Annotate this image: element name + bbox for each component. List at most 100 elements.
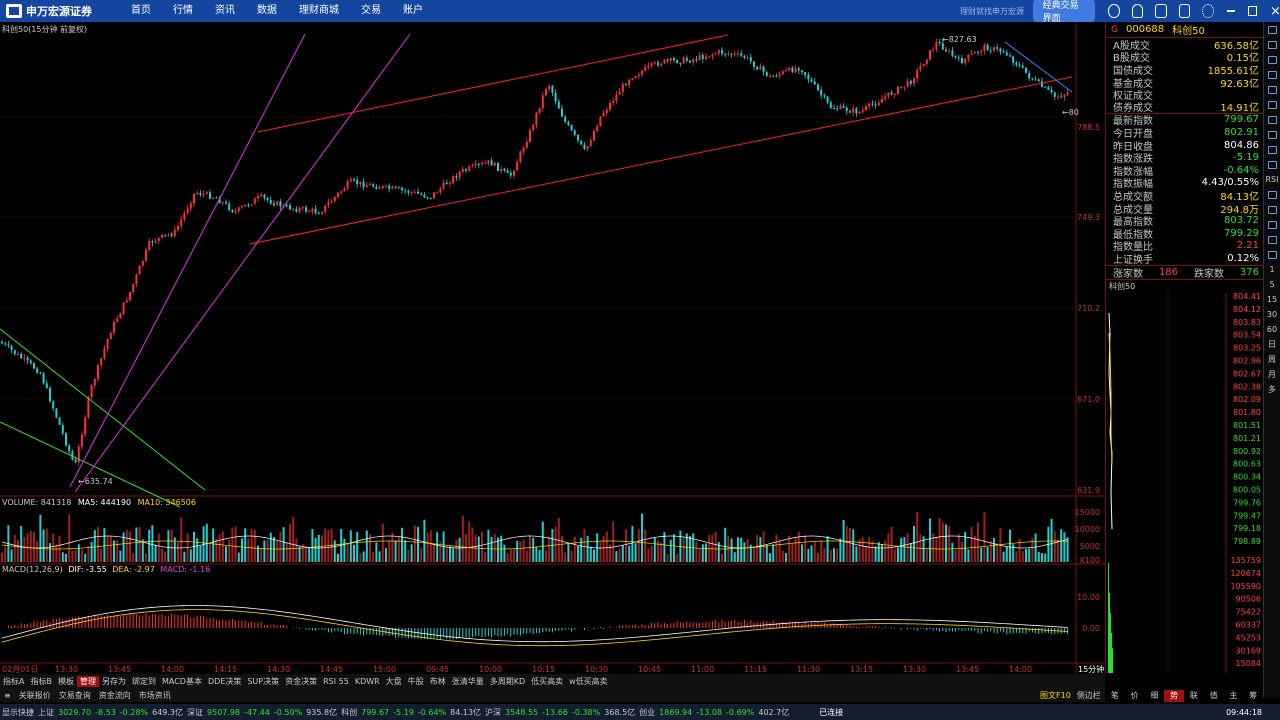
many-icon[interactable]: 月 xyxy=(1264,367,1280,382)
indicator-tab[interactable]: DDE决策 xyxy=(205,676,244,687)
status-item: -8.53 xyxy=(95,707,116,717)
theme-icon[interactable] xyxy=(1108,4,1120,18)
maximize-icon[interactable] xyxy=(1247,6,1258,16)
menu-item-5[interactable]: 交易 xyxy=(350,0,392,22)
indicator-tab[interactable]: MACD基本 xyxy=(159,676,205,687)
dot-icon[interactable] xyxy=(1264,247,1280,262)
menu-item-6[interactable]: 账户 xyxy=(392,0,434,22)
settings-icon[interactable] xyxy=(1202,4,1214,18)
close-icon[interactable]: × xyxy=(1270,4,1280,19)
volume-bar xyxy=(823,547,826,562)
num60-icon[interactable]: 15 xyxy=(1264,292,1280,307)
candle-body xyxy=(538,108,541,113)
indicator-tab[interactable]: 指标B xyxy=(27,676,55,687)
indicator-tab[interactable]: 多周期KD xyxy=(487,676,528,687)
indicator-tab[interactable]: 模板 xyxy=(55,676,77,687)
indicator-tab[interactable]: 牛股 xyxy=(405,676,427,687)
indicator-tab[interactable]: 张清华量 xyxy=(449,676,487,687)
volume-bar xyxy=(669,539,672,562)
volume-bar xyxy=(980,547,983,562)
candle-body xyxy=(26,357,29,361)
flag-icon[interactable] xyxy=(1264,112,1280,127)
day-icon[interactable]: 30 xyxy=(1264,307,1280,322)
headset-icon[interactable] xyxy=(1131,4,1144,18)
right-tab[interactable]: 细 xyxy=(1145,690,1165,702)
candle-body xyxy=(916,69,919,79)
f10-link[interactable]: 图文F10 xyxy=(1040,690,1071,701)
box-icon[interactable] xyxy=(1264,127,1280,142)
candle-body xyxy=(1031,78,1034,80)
minimize-icon[interactable] xyxy=(1226,10,1235,12)
pct-icon[interactable] xyxy=(1264,232,1280,247)
info-tab[interactable]: 市场资讯 xyxy=(135,690,175,701)
season-icon[interactable]: 多 xyxy=(1264,382,1280,397)
candle-body xyxy=(465,169,467,171)
indicator-tab[interactable]: KDWR xyxy=(352,677,383,686)
indicator-tab[interactable]: w低买高卖 xyxy=(566,676,611,687)
candle-body xyxy=(97,365,99,380)
RSI-icon[interactable]: RSI xyxy=(1264,172,1280,187)
candle-body xyxy=(1057,96,1059,98)
money-icon[interactable] xyxy=(1264,157,1280,172)
star-icon[interactable] xyxy=(1264,22,1280,37)
grid-icon[interactable] xyxy=(1155,4,1167,18)
candle-body xyxy=(372,184,375,187)
kline-chart-area[interactable]: 788.5 749.3 710.2 671.0 631.9 ←827.63 ←635.74 ←… xyxy=(0,22,1105,674)
right-tab[interactable]: 联 xyxy=(1184,690,1204,702)
info-tab[interactable]: 资金流向 xyxy=(95,690,135,701)
right-tab[interactable]: 势 xyxy=(1164,690,1184,702)
right-tab[interactable]: 值 xyxy=(1204,690,1224,702)
status-item: 3029.70 xyxy=(58,707,92,717)
info-tab[interactable]: 交易查询 xyxy=(55,690,95,701)
week-icon[interactable]: 60 xyxy=(1264,322,1280,337)
info-tab[interactable]: 关联报价 xyxy=(15,690,55,701)
menu-item-3[interactable]: 数据 xyxy=(246,0,288,22)
bars-icon[interactable] xyxy=(1264,67,1280,82)
num15-icon[interactable]: 1 xyxy=(1264,262,1280,277)
right-tab[interactable]: 笔 xyxy=(1105,690,1125,702)
right-tab[interactable]: 价 xyxy=(1125,690,1145,702)
indicator-tab[interactable]: 管理 xyxy=(76,675,99,687)
volume-bar xyxy=(49,543,51,562)
candle-body xyxy=(861,109,864,112)
month-icon[interactable]: 日 xyxy=(1264,337,1280,352)
list-icon[interactable] xyxy=(1264,97,1280,112)
flow-icon[interactable] xyxy=(1264,187,1280,202)
menu-item-4[interactable]: 理财商城 xyxy=(288,0,350,22)
indicator-tab[interactable]: 大盘 xyxy=(383,676,405,687)
menu-item-2[interactable]: 资讯 xyxy=(204,0,246,22)
candle-body xyxy=(1060,96,1063,98)
chart-icon[interactable] xyxy=(1264,52,1280,67)
time-tick: 13:45 xyxy=(956,665,979,674)
kline-chart[interactable]: 788.5 749.3 710.2 671.0 631.9 ←827.63 ←635.74 ←… xyxy=(0,22,1105,674)
doc-icon[interactable] xyxy=(1264,142,1280,157)
volume-bar xyxy=(61,552,64,562)
indicator-tab[interactable]: 另存为 xyxy=(99,676,129,687)
plus-icon[interactable] xyxy=(1264,202,1280,217)
menu-item-0[interactable]: 首页 xyxy=(120,0,162,22)
menu-item-1[interactable]: 行情 xyxy=(162,0,204,22)
candle-body xyxy=(337,192,339,197)
skin-icon[interactable] xyxy=(1178,4,1191,18)
indicator-tab[interactable]: SUP决策 xyxy=(244,676,282,687)
indicator-tab[interactable]: 指标A xyxy=(0,676,27,687)
indicator-tab[interactable]: 布林 xyxy=(427,676,449,687)
volume-bar xyxy=(625,529,627,562)
year-icon[interactable]: 周 xyxy=(1264,352,1280,367)
right-sidebar: RSI 1 5 15 30 60 日周月多 xyxy=(1263,22,1280,698)
right-tab[interactable]: 筹 xyxy=(1243,690,1263,702)
indicator-tab[interactable]: RSI 55 xyxy=(320,677,352,686)
indicator-tab[interactable]: 绑定到 xyxy=(129,676,159,687)
grid-icon[interactable] xyxy=(1264,37,1280,52)
lines-icon[interactable] xyxy=(1264,82,1280,97)
candle-body xyxy=(276,201,279,206)
pen-icon[interactable] xyxy=(1264,217,1280,232)
indicator-tab[interactable]: 低买高卖 xyxy=(528,676,566,687)
num30-icon[interactable]: 5 xyxy=(1264,277,1280,292)
indicator-tab[interactable]: 资金决策 xyxy=(282,676,320,687)
right-tab[interactable]: 主 xyxy=(1224,690,1244,702)
expand-icon[interactable]: ≡ xyxy=(0,691,15,700)
candle-body xyxy=(503,168,506,171)
volume-bar xyxy=(785,552,787,562)
sidebar-toggle[interactable]: 侧边栏 xyxy=(1077,690,1101,701)
